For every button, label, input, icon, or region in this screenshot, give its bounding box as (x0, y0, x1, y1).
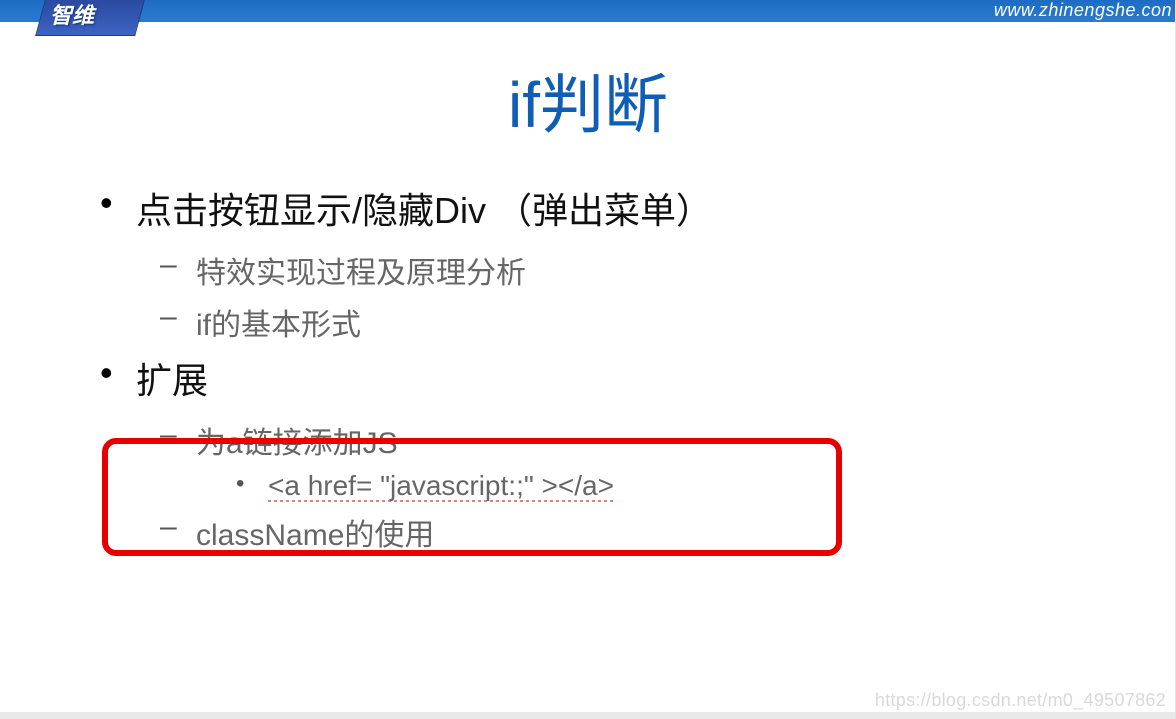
slide-title: if判断 (0, 54, 1176, 146)
watermark: https://blog.csdn.net/m0_49507862 (875, 690, 1166, 711)
code-snippet: <a href= "javascript:;" ></a> (268, 470, 614, 502)
logo-text: 智维 (50, 0, 94, 30)
header-url: www.zhinengshe.con (994, 0, 1172, 22)
bullet-2-2: className的使用 (160, 510, 1116, 554)
bullet-2-1-1: <a href= "javascript:;" ></a> (236, 470, 1116, 502)
slide-content: 点击按钮显示/隐藏Div （弹出菜单） 特效实现过程及原理分析 if的基本形式 … (100, 182, 1116, 562)
bullet-1-1: 特效实现过程及原理分析 (160, 248, 1116, 292)
logo: 智维 (40, 0, 140, 36)
bullet-1-2: if的基本形式 (160, 300, 1116, 344)
bullet-2-1: 为a链接添加JS (160, 418, 1116, 462)
bullet-2: 扩展 (100, 352, 1116, 404)
slide: www.zhinengshe.con 智维 if判断 点击按钮显示/隐藏Div … (0, 0, 1176, 719)
bullet-1: 点击按钮显示/隐藏Div （弹出菜单） (100, 182, 1116, 234)
bottom-border (0, 712, 1176, 719)
